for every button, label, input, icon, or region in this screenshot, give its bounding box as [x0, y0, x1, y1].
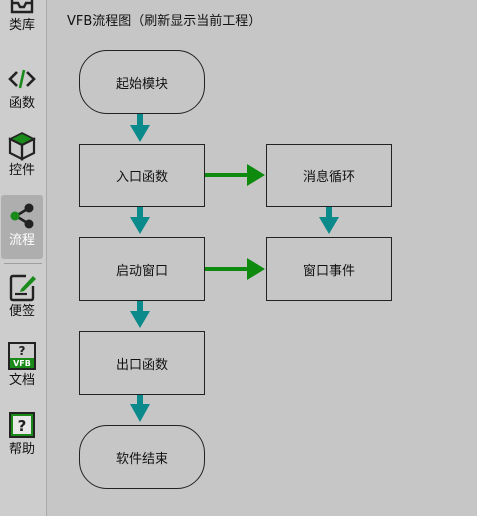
help-icon: ?: [9, 412, 35, 438]
node-start[interactable]: 起始模块: [79, 50, 205, 114]
green-arrows: [204, 164, 265, 280]
flowchart-panel: VFB流程图（刷新显示当前工程） 起始模块 入口函数 消息循环 启动窗口 窗口事…: [47, 0, 477, 516]
sidebar-item-docs[interactable]: ? VFB 文档: [1, 341, 43, 405]
cube-icon: [8, 132, 36, 161]
sidebar-item-label: 流程: [8, 233, 35, 248]
svg-text:?: ?: [19, 344, 26, 358]
node-exit-fn[interactable]: 出口函数: [79, 331, 205, 395]
share-icon: [10, 203, 34, 229]
sidebar-item-controls[interactable]: 控件: [1, 131, 43, 195]
library-icon: [10, 0, 34, 14]
sidebar-item-flow[interactable]: 流程: [1, 195, 43, 259]
sidebar-item-label: 控件: [8, 163, 35, 178]
node-start-window[interactable]: 启动窗口: [79, 237, 205, 301]
sidebar-separator: [4, 263, 42, 264]
sidebar-item-label: 帮助: [8, 442, 35, 457]
code-icon: [8, 69, 36, 89]
node-entry[interactable]: 入口函数: [79, 144, 205, 207]
sidebar-item-label: 函数: [8, 96, 35, 111]
node-end[interactable]: 软件结束: [79, 425, 205, 489]
note-icon: [9, 274, 36, 302]
sidebar-item-library[interactable]: 类库: [1, 0, 43, 50]
node-msg-loop[interactable]: 消息循环: [266, 144, 392, 207]
svg-text:VFB: VFB: [13, 359, 31, 368]
vfb-doc-icon: ? VFB: [8, 342, 36, 370]
sidebar-item-help[interactable]: ? 帮助: [1, 410, 43, 474]
sidebar: 类库 函数 控件 流程 便签 ? VFB 文档 ? 帮助: [0, 0, 47, 516]
node-window-event[interactable]: 窗口事件: [266, 237, 392, 301]
svg-text:?: ?: [18, 417, 27, 435]
sidebar-item-label: 类库: [8, 18, 35, 33]
sidebar-item-label: 便签: [8, 304, 35, 319]
sidebar-item-functions[interactable]: 函数: [1, 64, 43, 128]
sidebar-item-notes[interactable]: 便签: [1, 272, 43, 336]
sidebar-item-label: 文档: [8, 373, 35, 388]
